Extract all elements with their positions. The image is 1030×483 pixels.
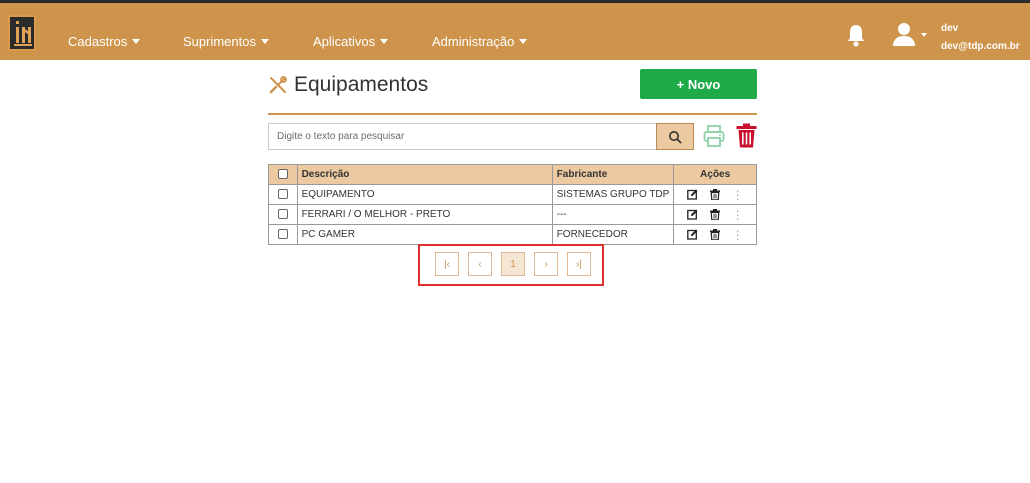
user-email: dev@tdp.com.br bbox=[941, 41, 1020, 52]
last-page-button[interactable]: ›| bbox=[567, 252, 591, 276]
table-row[interactable]: EQUIPAMENTO SISTEMAS GRUPO TDP ⋮ bbox=[268, 184, 757, 205]
row-checkbox[interactable] bbox=[277, 189, 288, 200]
select-all-checkbox[interactable] bbox=[277, 169, 288, 180]
edit-icon[interactable] bbox=[686, 189, 698, 200]
prev-page-button[interactable]: ‹ bbox=[468, 252, 492, 276]
cell-manufacturer: --- bbox=[551, 204, 675, 225]
more-vertical-icon[interactable]: ⋮ bbox=[732, 189, 744, 201]
nav-label: Suprimentos bbox=[183, 34, 256, 49]
new-button[interactable]: + Novo bbox=[640, 69, 757, 99]
next-page-button[interactable]: › bbox=[534, 252, 558, 276]
edit-icon[interactable] bbox=[686, 209, 698, 220]
bell-icon[interactable] bbox=[846, 23, 866, 47]
caret-down-icon bbox=[132, 39, 141, 45]
table-row[interactable]: FERRARI / O MELHOR - PRETO --- ⋮ bbox=[268, 204, 757, 225]
nav-label: Aplicativos bbox=[313, 34, 376, 49]
tools-icon bbox=[269, 76, 287, 94]
edit-icon[interactable] bbox=[686, 229, 698, 240]
more-vertical-icon[interactable]: ⋮ bbox=[732, 209, 744, 221]
trash-icon[interactable] bbox=[709, 189, 720, 200]
cell-actions: ⋮ bbox=[673, 224, 757, 245]
row-select-cell bbox=[268, 224, 298, 245]
row-checkbox[interactable] bbox=[277, 209, 288, 220]
page-number-button[interactable]: 1 bbox=[501, 252, 525, 276]
page-title: Equipamentos bbox=[294, 73, 429, 96]
cell-description: FERRARI / O MELHOR - PRETO bbox=[296, 204, 553, 225]
nav-label: Cadastros bbox=[68, 34, 128, 49]
nav-administracao[interactable]: Administração bbox=[432, 34, 528, 49]
trash-icon[interactable] bbox=[709, 229, 720, 240]
nav-cadastros[interactable]: Cadastros bbox=[68, 34, 141, 49]
cell-description: EQUIPAMENTO bbox=[296, 184, 553, 205]
row-select-cell bbox=[268, 204, 298, 225]
cell-manufacturer: SISTEMAS GRUPO TDP bbox=[551, 184, 675, 205]
header-actions: Ações bbox=[673, 164, 757, 185]
print-icon[interactable] bbox=[703, 124, 725, 148]
trash-icon[interactable] bbox=[736, 123, 757, 148]
user-icon[interactable] bbox=[892, 21, 928, 49]
nav-label: Administração bbox=[432, 34, 515, 49]
row-select-cell bbox=[268, 184, 298, 205]
cell-description: PC GAMER bbox=[296, 224, 553, 245]
nav-suprimentos[interactable]: Suprimentos bbox=[183, 34, 269, 49]
caret-down-icon bbox=[260, 39, 269, 45]
first-page-button[interactable]: |‹ bbox=[435, 252, 459, 276]
search-icon bbox=[669, 131, 682, 144]
search-input[interactable] bbox=[268, 123, 656, 150]
nav-aplicativos[interactable]: Aplicativos bbox=[313, 34, 389, 49]
user-name: dev bbox=[941, 23, 959, 34]
header-manufacturer[interactable]: Fabricante bbox=[551, 164, 675, 185]
trash-icon[interactable] bbox=[709, 209, 720, 220]
cell-actions: ⋮ bbox=[673, 184, 757, 205]
header-description[interactable]: Descrição bbox=[296, 164, 553, 185]
row-checkbox[interactable] bbox=[277, 229, 288, 240]
top-navbar: Cadastros Suprimentos Aplicativos Admini… bbox=[0, 0, 1030, 60]
table-header-row: Descrição Fabricante Ações bbox=[268, 164, 757, 185]
title-divider bbox=[268, 113, 757, 115]
cell-actions: ⋮ bbox=[673, 204, 757, 225]
caret-down-icon bbox=[380, 39, 389, 45]
caret-down-icon bbox=[519, 39, 528, 45]
select-all-cell bbox=[268, 164, 298, 185]
more-vertical-icon[interactable]: ⋮ bbox=[732, 229, 744, 241]
equipment-table: Descrição Fabricante Ações EQUIPAMENTO S… bbox=[268, 164, 757, 245]
app-logo[interactable] bbox=[8, 15, 36, 51]
table-row[interactable]: PC GAMER FORNECEDOR ⋮ bbox=[268, 224, 757, 245]
search-button[interactable] bbox=[656, 123, 694, 150]
cell-manufacturer: FORNECEDOR bbox=[551, 224, 675, 245]
